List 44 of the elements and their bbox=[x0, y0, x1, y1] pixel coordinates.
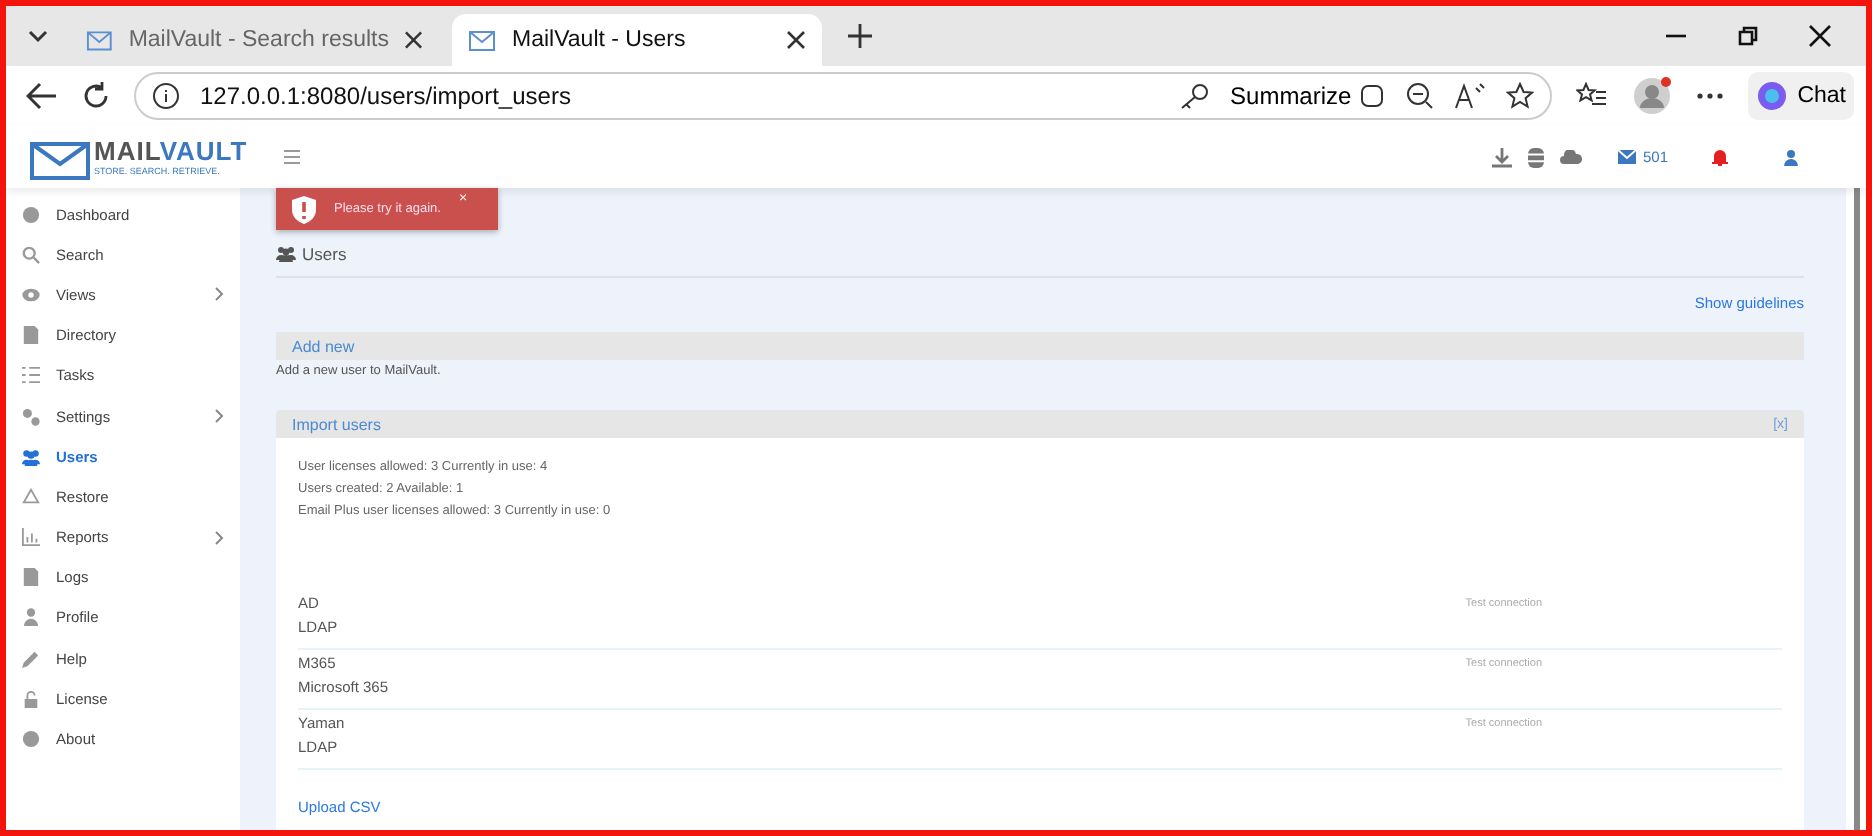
rounded-square-icon bbox=[1357, 82, 1386, 110]
list-icon bbox=[22, 366, 40, 385]
doc-icon bbox=[22, 326, 40, 345]
browser-tab[interactable]: MailVault - Users bbox=[452, 14, 822, 66]
close-icon[interactable] bbox=[786, 30, 806, 50]
key-icon[interactable] bbox=[1178, 82, 1211, 110]
download-icon[interactable] bbox=[1492, 147, 1513, 167]
star-icon[interactable] bbox=[1505, 82, 1534, 110]
circle-icon bbox=[22, 730, 40, 749]
bell-icon[interactable] bbox=[1712, 148, 1728, 166]
person-icon bbox=[22, 608, 40, 627]
chat-button[interactable]: Chat bbox=[1747, 72, 1854, 120]
eye-icon bbox=[22, 285, 40, 304]
envelope-icon bbox=[1618, 150, 1637, 164]
browser-tab[interactable]: MailVault - Search results bbox=[70, 14, 440, 66]
address-field[interactable]: 127.0.0.1:8080/users/import_users Summarize bbox=[134, 72, 1552, 120]
envelope-icon bbox=[468, 28, 496, 52]
search-icon bbox=[22, 245, 40, 264]
read-aloud-icon[interactable] bbox=[1453, 82, 1486, 110]
logo-name: MAILVAULT bbox=[94, 137, 248, 165]
profile-avatar-icon[interactable] bbox=[1631, 76, 1672, 116]
chat-logo-icon bbox=[1755, 80, 1788, 112]
close-icon[interactable] bbox=[404, 30, 424, 50]
doc-icon bbox=[22, 568, 40, 587]
page-title: Users bbox=[302, 244, 347, 264]
circle-icon bbox=[22, 205, 40, 224]
more-icon[interactable] bbox=[1695, 92, 1724, 100]
shield-alert-icon bbox=[292, 195, 316, 223]
envelope-icon bbox=[86, 28, 113, 52]
reload-icon[interactable] bbox=[82, 82, 110, 110]
summarize-button[interactable]: Summarize bbox=[1230, 82, 1386, 110]
zoom-out-icon[interactable] bbox=[1405, 82, 1434, 110]
cloud-icon[interactable] bbox=[1560, 150, 1583, 164]
database-icon[interactable] bbox=[1528, 147, 1545, 167]
menu-icon[interactable] bbox=[283, 150, 300, 164]
users-icon bbox=[22, 447, 40, 466]
user-icon[interactable] bbox=[1784, 149, 1798, 165]
pen-icon bbox=[22, 649, 40, 668]
favorites-icon[interactable] bbox=[1575, 82, 1608, 110]
chart-icon bbox=[22, 528, 40, 547]
users-icon bbox=[276, 246, 296, 262]
info-icon[interactable] bbox=[152, 82, 180, 110]
lock-icon bbox=[22, 689, 40, 708]
back-icon[interactable] bbox=[26, 82, 58, 110]
